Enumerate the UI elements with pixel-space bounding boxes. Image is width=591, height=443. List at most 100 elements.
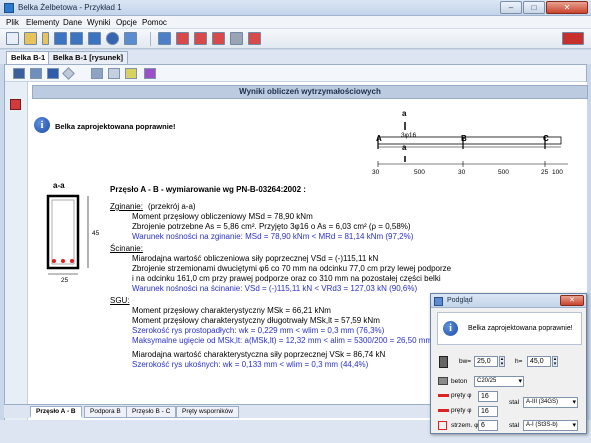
bottom-bars-icon [438,394,449,397]
beam-view-icon[interactable] [13,68,25,79]
dialog-app-icon [434,297,443,306]
diamond-icon[interactable] [62,67,75,80]
sls-label: SGU: [110,296,130,305]
dialog-message-panel: i Belka zaprojektowana poprawnie! [437,312,582,345]
support-c: C [543,134,549,143]
table-icon[interactable] [158,32,171,45]
sls-check-3: Szerokość rys ukośnych: wk = 0,133 mm < … [132,360,369,369]
bars-diameter-2[interactable]: 16 [478,406,498,417]
open-icon[interactable] [24,32,37,45]
top-bars-icon [438,409,449,412]
status-message: Belka zaprojektowana poprawnie! [55,122,176,131]
shear-line-2: Zbrojenie strzemionami dwuciętymi φ6 co … [132,264,452,273]
concrete-icon [438,377,448,385]
tab-prety-wspornikow[interactable]: Pręty wsporników [176,406,239,418]
tab-belka-b1-rysunek[interactable]: Belka B-1 [rysunek] [48,51,129,64]
print-icon[interactable] [88,32,101,45]
menu-dane[interactable]: Dane [63,18,82,27]
sls-line-3: Miarodajna wartość charakterystyczna sił… [132,350,386,359]
calc-icon[interactable] [47,68,59,79]
app-icon [4,3,14,13]
bw-label: bw= [459,358,472,365]
steel-label-3: stal [509,422,520,429]
concrete-label: beton [451,378,468,385]
open-dropdown-icon[interactable] [42,32,49,45]
support-b: B [461,134,467,143]
dialog-info-icon: i [443,321,458,336]
report-icon[interactable] [91,68,103,79]
minimize-button[interactable]: – [500,1,522,14]
menu-plik[interactable]: Plik [6,18,19,27]
help-icon[interactable] [106,32,119,45]
bending-check: Warunek nośności na zginanie: MSd = 78,9… [132,232,414,241]
maximize-button[interactable]: □ [523,1,545,14]
add-element-icon[interactable] [176,32,189,45]
tab-podpora-b[interactable]: Podpora B [84,406,127,418]
add-element-3-icon[interactable] [212,32,225,45]
sls-check-1: Szerokość rys prostopadłych: wk = 0,229 … [132,326,385,335]
chart-icon[interactable] [144,68,156,79]
sls-line-2: Moment przęsłowy charakterystyczny długo… [132,316,380,325]
properties-icon[interactable] [124,32,137,45]
save-all-icon[interactable] [70,32,83,45]
section-width: 25 [61,277,69,284]
menu-elementy[interactable]: Elementy [26,18,59,27]
load-view-icon[interactable] [30,68,42,79]
steel-select-3[interactable]: A-I (St3S-b) [523,420,578,431]
span-title: Przęsło A - B - wymiarowanie wg PN-B-032… [110,185,306,194]
dim-1: 30 [372,169,380,176]
dialog-title-bar[interactable]: Podgląd ✕ [431,294,586,308]
menu-bar: Plik Elementy Dane Wyniki Opcje Pomoc [0,16,591,29]
stirrup-diameter[interactable]: 6 [478,420,498,431]
new-icon[interactable] [6,32,19,45]
dim-3: 30 [458,169,466,176]
tab-belka-b1[interactable]: Belka B-1 [6,51,51,65]
support-a: A [376,134,382,143]
add-element-2-icon[interactable] [194,32,207,45]
concrete-select[interactable]: C20/25 [474,376,524,387]
copy-element-icon[interactable] [230,32,243,45]
h-input[interactable]: 45,0 [527,356,551,367]
preview-dialog[interactable]: Podgląd ✕ i Belka zaprojektowana poprawn… [430,293,587,434]
dialog-message: Belka zaprojektowana poprawnie! [468,325,573,332]
close-button[interactable]: ✕ [546,1,588,14]
save-icon[interactable] [54,32,67,45]
shear-label: Ścinanie: [110,244,143,253]
menu-wyniki[interactable]: Wyniki [87,18,110,27]
bw-input[interactable]: 25,0 [474,356,498,367]
section-mark-top: a [402,109,407,118]
results-toolbar [5,65,586,82]
bars-diameter-1[interactable]: 16 [478,391,498,402]
bar-label: 3φ16 [401,132,417,139]
tab-przeslo-bc[interactable]: Przęsło B - C [126,406,177,418]
tab-przeslo-ab[interactable]: Przęsło A - B [30,406,82,418]
bending-label: Zginanie: [110,202,143,211]
title-bar: Belka Żelbetowa - Przykład 1 – □ ✕ [0,0,591,16]
bars-label-3: strzem. φ [451,422,479,429]
h-spinner[interactable]: ▴ ▾ [552,356,558,367]
dim-4: 500 [498,169,509,176]
section-height: 45 [92,230,100,237]
sls-check-2: Maksymalne ugięcie od MSk,lt: a(MSk,lt) … [132,336,433,345]
menu-opcje[interactable]: Opcje [116,18,137,27]
sls-line-1: Moment przęsłowy charakterystyczny MSk =… [132,306,331,315]
info-icon: i [34,117,50,133]
section-title: a-a [53,181,65,190]
stirrups-icon [438,421,447,430]
dim-2: 500 [414,169,425,176]
delete-element-icon[interactable] [248,32,261,45]
main-toolbar [0,29,591,49]
bw-spinner[interactable]: ▴ ▾ [499,356,505,367]
menu-pomoc[interactable]: Pomoc [142,18,167,27]
shear-line-3: i na odcinku 161,0 cm przy prawej podpor… [132,274,441,283]
steel-select-1[interactable]: A-III (34GS) [523,397,578,408]
dialog-close-button[interactable]: ✕ [560,295,584,306]
left-rail [5,82,27,420]
bending-note: (przekrój a-a) [148,202,196,211]
dim-6: 100 [552,169,563,176]
clipboard-icon[interactable] [108,68,120,79]
beam-diagram [377,122,562,162]
results-table-icon[interactable] [125,68,137,79]
bars-label-2: pręty φ [451,407,472,414]
element-marker-icon[interactable] [10,99,21,110]
